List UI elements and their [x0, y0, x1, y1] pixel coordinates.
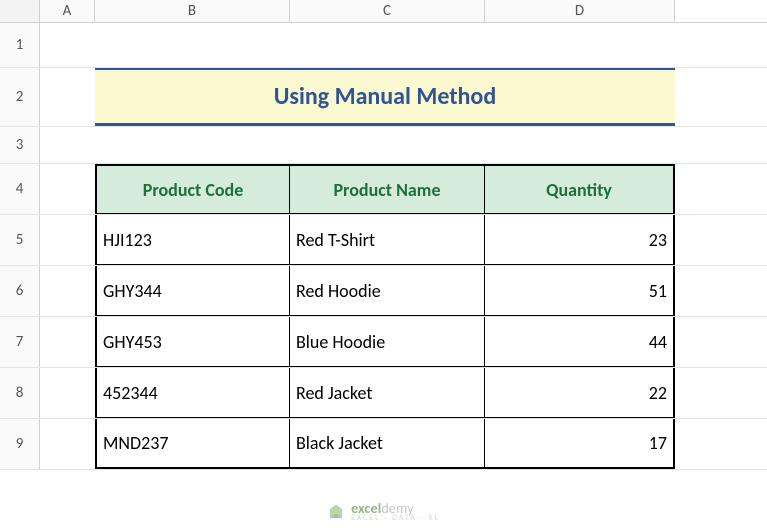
cell-A8[interactable]: [40, 368, 95, 418]
header-product-code[interactable]: Product Code: [95, 164, 290, 214]
table-cell-code[interactable]: GHY344: [95, 266, 290, 316]
column-header-row: A B C D: [0, 0, 767, 23]
cell-A5[interactable]: [40, 215, 95, 265]
table-cell-name[interactable]: Red Jacket: [290, 368, 485, 418]
cell-A4[interactable]: [40, 164, 95, 214]
row-header-3[interactable]: 3: [0, 127, 40, 163]
row-7: 7 GHY453 Blue Hoodie 44: [0, 317, 767, 368]
cell-A1[interactable]: [40, 23, 95, 67]
table-cell-name[interactable]: Red Hoodie: [290, 266, 485, 316]
select-all-corner[interactable]: [0, 0, 40, 22]
row-header-5[interactable]: 5: [0, 215, 40, 265]
col-header-D[interactable]: D: [485, 0, 675, 22]
page-title: Using Manual Method: [274, 82, 496, 111]
row-8: 8 452344 Red Jacket 22: [0, 368, 767, 419]
cell-D1[interactable]: [485, 23, 675, 67]
row-header-7[interactable]: 7: [0, 317, 40, 367]
exceldemy-logo-icon: [327, 503, 345, 521]
table-cell-qty[interactable]: 17: [485, 419, 675, 469]
cell-A3[interactable]: [40, 127, 95, 163]
cell-C1[interactable]: [290, 23, 485, 67]
header-product-name[interactable]: Product Name: [290, 164, 485, 214]
row-header-6[interactable]: 6: [0, 266, 40, 316]
row-6: 6 GHY344 Red Hoodie 51: [0, 266, 767, 317]
table-cell-name[interactable]: Red T-Shirt: [290, 215, 485, 265]
cell-A9[interactable]: [40, 419, 95, 469]
table-cell-qty[interactable]: 23: [485, 215, 675, 265]
watermark-tagline: EXCEL · DATA · XL: [351, 514, 440, 522]
row-1: 1: [0, 23, 767, 68]
cell-D3[interactable]: [485, 127, 675, 163]
cell-A2[interactable]: [40, 68, 95, 126]
title-merged-cell[interactable]: Using Manual Method: [95, 68, 675, 126]
row-5: 5 HJI123 Red T-Shirt 23: [0, 215, 767, 266]
table-cell-code[interactable]: 452344: [95, 368, 290, 418]
row-header-9[interactable]: 9: [0, 419, 40, 469]
row-4: 4 Product Code Product Name Quantity: [0, 164, 767, 215]
cell-C3[interactable]: [290, 127, 485, 163]
header-quantity[interactable]: Quantity: [485, 164, 675, 214]
col-header-C[interactable]: C: [290, 0, 485, 22]
cell-B1[interactable]: [95, 23, 290, 67]
table-cell-code[interactable]: HJI123: [95, 215, 290, 265]
row-header-4[interactable]: 4: [0, 164, 40, 214]
col-header-B[interactable]: B: [95, 0, 290, 22]
watermark: exceldemy EXCEL · DATA · XL: [0, 502, 767, 522]
row-header-1[interactable]: 1: [0, 23, 40, 67]
table-cell-qty[interactable]: 51: [485, 266, 675, 316]
cell-B3[interactable]: [95, 127, 290, 163]
table-cell-code[interactable]: GHY453: [95, 317, 290, 367]
cell-A6[interactable]: [40, 266, 95, 316]
row-header-8[interactable]: 8: [0, 368, 40, 418]
table-cell-qty[interactable]: 44: [485, 317, 675, 367]
table-cell-qty[interactable]: 22: [485, 368, 675, 418]
row-9: 9 MND237 Black Jacket 17: [0, 419, 767, 470]
spreadsheet-view: A B C D 1 2 Using Manual Method 3 4 Prod…: [0, 0, 767, 528]
col-header-A[interactable]: A: [40, 0, 95, 22]
row-2: 2 Using Manual Method: [0, 68, 767, 127]
cell-A7[interactable]: [40, 317, 95, 367]
table-cell-name[interactable]: Blue Hoodie: [290, 317, 485, 367]
row-header-2[interactable]: 2: [0, 68, 40, 126]
table-cell-name[interactable]: Black Jacket: [290, 419, 485, 469]
table-cell-code[interactable]: MND237: [95, 419, 290, 469]
row-3: 3: [0, 127, 767, 164]
